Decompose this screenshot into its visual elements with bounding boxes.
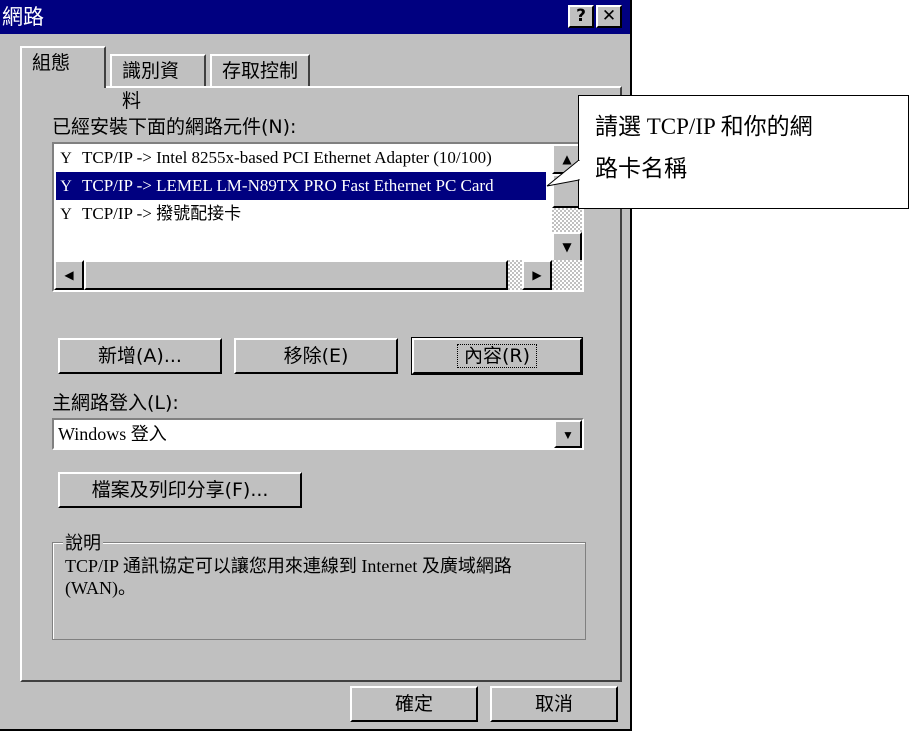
list-item-selected[interactable]: Y TCP/IP -> LEMEL LM-N89TX PRO Fast Ether… [56, 172, 546, 200]
close-button[interactable]: ✕ [596, 5, 622, 28]
components-label: 已經安裝下面的網路元件(N): [52, 116, 297, 138]
network-protocol-icon: Y [60, 150, 72, 167]
tab-identification[interactable]: 識別資料 [110, 54, 206, 112]
annotation-callout: 請選 TCP/IP 和你的網 路卡名稱 [578, 95, 909, 209]
scroll-right-icon[interactable]: ▶ [522, 260, 552, 290]
properties-button[interactable]: 內容(R) [411, 337, 583, 375]
network-protocol-icon: Y [60, 206, 72, 223]
scroll-left-icon[interactable]: ◀ [54, 260, 84, 290]
horizontal-scroll-thumb[interactable] [84, 260, 508, 290]
add-button[interactable]: 新增(A)... [58, 338, 222, 374]
window-title: 網路 [2, 5, 44, 29]
tab-access-control[interactable]: 存取控制 [210, 54, 310, 88]
description-text: TCP/IP 通訊協定可以讓您用來連線到 Internet 及廣域網路 (WAN… [65, 556, 512, 598]
network-dialog: 網路 ? ✕ 組態 識別資料 存取控制 已經安裝下面的網路元件(N): Y TCP… [0, 0, 632, 731]
file-print-sharing-button[interactable]: 檔案及列印分享(F)... [58, 472, 302, 508]
tab-configuration[interactable]: 組態 [20, 46, 106, 88]
callout-pointer [546, 160, 580, 187]
list-item[interactable]: Y TCP/IP -> 撥號配接卡 [56, 200, 546, 228]
primary-logon-select[interactable]: Windows 登入 ▼ [52, 418, 584, 450]
chevron-down-icon[interactable]: ▼ [554, 420, 582, 448]
ok-button[interactable]: 確定 [350, 686, 478, 722]
remove-button[interactable]: 移除(E) [234, 338, 398, 374]
network-protocol-icon: Y [60, 178, 72, 195]
title-bar[interactable]: 網路 ? ✕ [0, 0, 630, 34]
description-title: 說明 [63, 529, 103, 555]
components-list[interactable]: Y TCP/IP -> Intel 8255x-based PCI Etherne… [52, 142, 584, 292]
help-button[interactable]: ? [568, 5, 594, 28]
cancel-button[interactable]: 取消 [490, 686, 618, 722]
primary-logon-label: 主網路登入(L): [52, 392, 179, 414]
list-item[interactable]: Y TCP/IP -> Intel 8255x-based PCI Etherne… [56, 144, 546, 172]
description-group: 說明 TCP/IP 通訊協定可以讓您用來連線到 Internet 及廣域網路 (… [52, 529, 586, 640]
scroll-down-icon[interactable]: ▼ [552, 232, 582, 262]
horizontal-scrollbar[interactable]: ◀ ▶ [54, 260, 582, 290]
